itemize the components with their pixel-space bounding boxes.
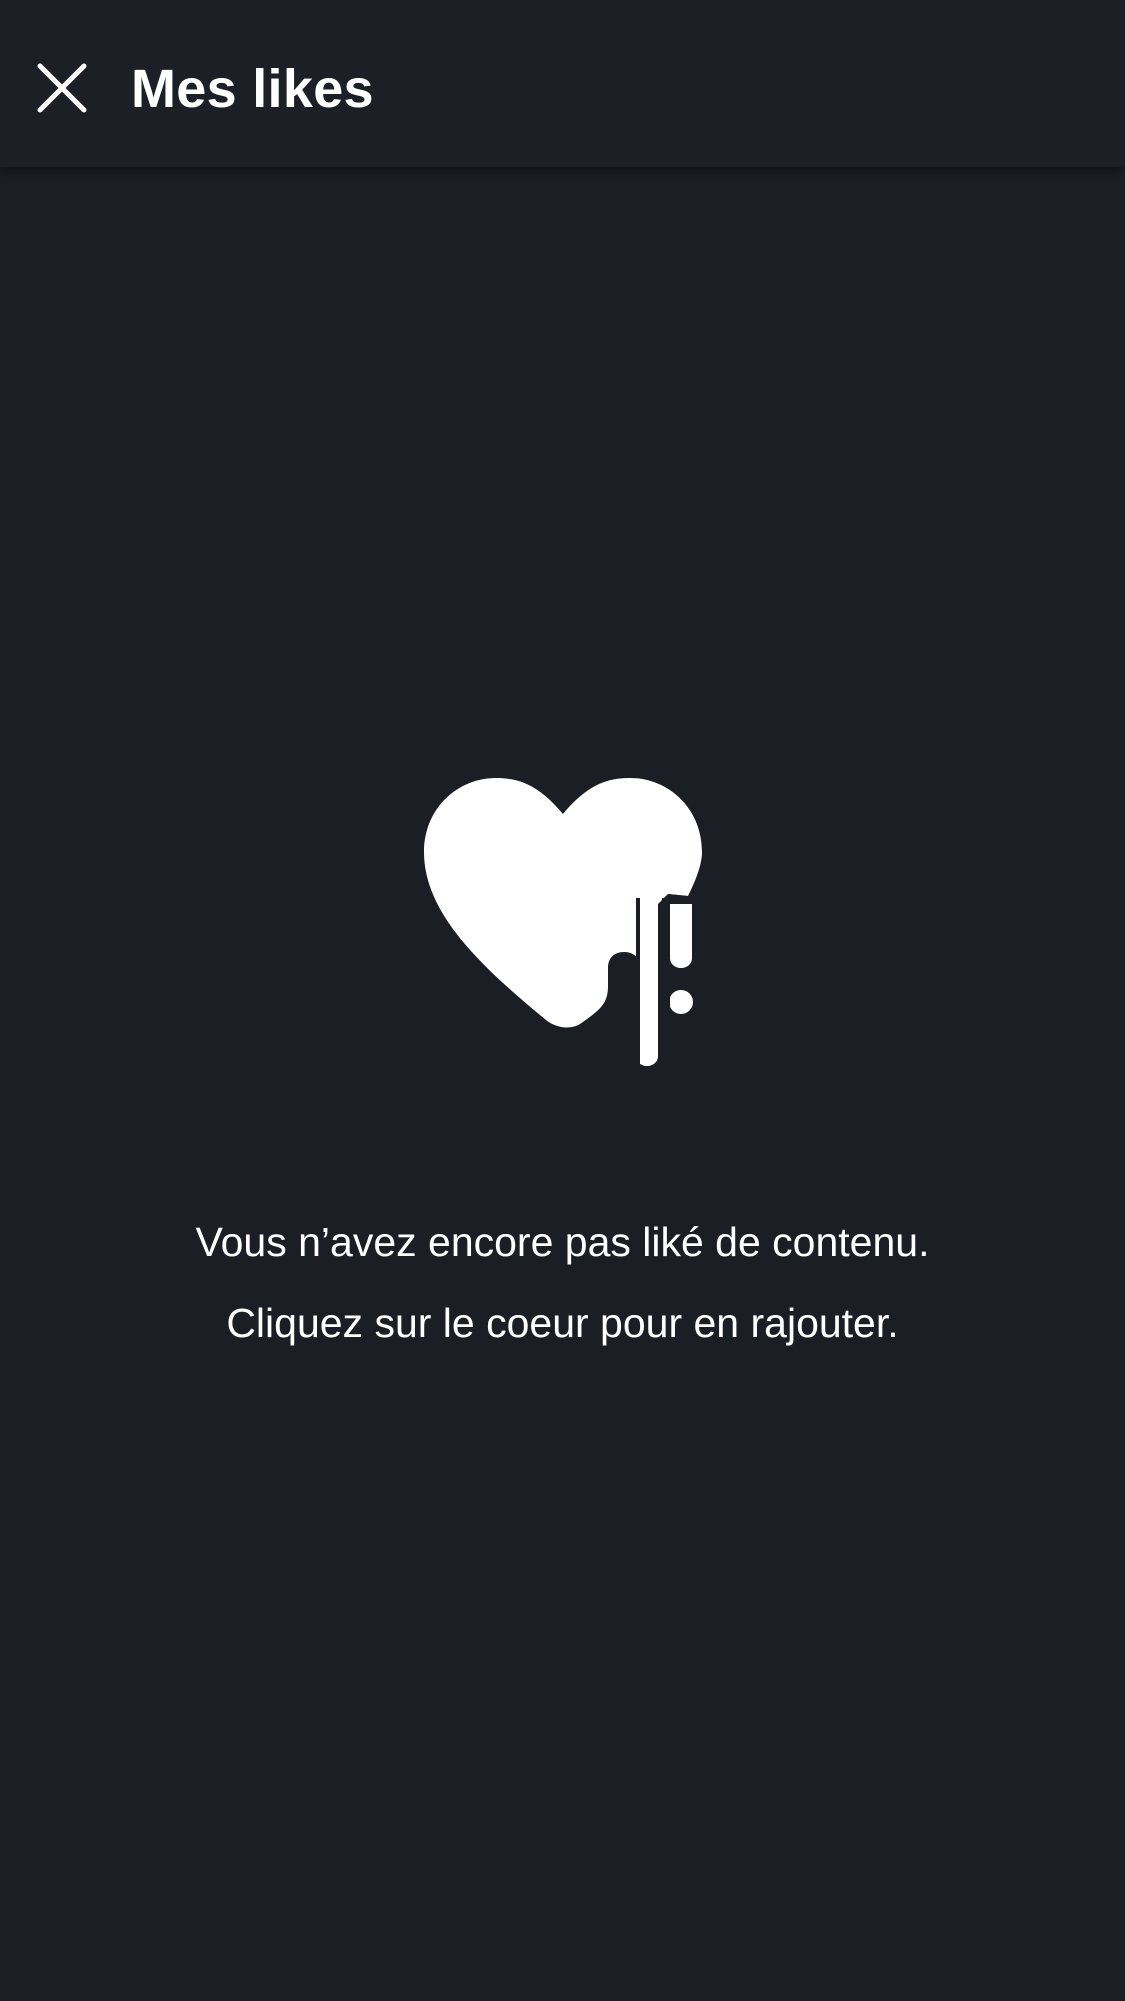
close-button[interactable] [26, 52, 98, 124]
page-title: Mes likes [131, 59, 374, 119]
empty-message-line-2: Cliquez sur le coeur pour en rajouter. [226, 1300, 899, 1346]
broken-heart-icon [424, 778, 702, 1066]
close-icon [37, 63, 87, 113]
likes-screen: Mes likes Vous n’avez encore pas liké de… [0, 0, 1125, 2001]
empty-state: Vous n’avez encore pas liké de contenu. … [0, 0, 1125, 2001]
empty-message-line-1: Vous n’avez encore pas liké de contenu. [195, 1219, 930, 1265]
top-app-bar: Mes likes [0, 0, 1125, 167]
